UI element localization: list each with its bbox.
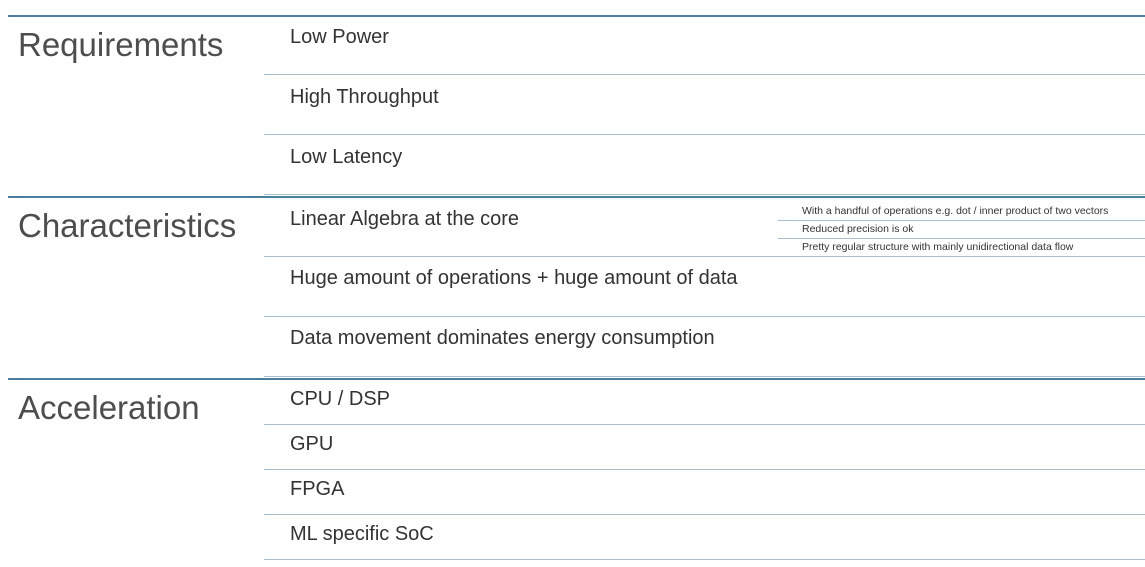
acceleration-item: CPU / DSP: [290, 388, 391, 410]
acceleration-item: GPU: [290, 433, 334, 455]
item-divider: [264, 316, 1145, 317]
item-divider: [264, 134, 1145, 135]
section-title-requirements: Requirements: [18, 26, 224, 63]
item-divider: [264, 376, 1145, 377]
sub-list-item: Pretty regular structure with mainly uni…: [778, 239, 1145, 257]
item-divider: [264, 74, 1145, 75]
characteristic-sub-list: With a handful of operations e.g. dot / …: [778, 203, 1145, 257]
item-divider: [264, 256, 1145, 257]
sub-list-item: Reduced precision is ok: [778, 221, 1145, 239]
sub-list-item: With a handful of operations e.g. dot / …: [778, 203, 1145, 221]
section-title-characteristics: Characteristics: [18, 207, 237, 244]
section-divider-characteristics: [8, 196, 1145, 198]
sub-list-item-text: With a handful of operations e.g. dot / …: [802, 205, 1109, 217]
characteristic-item: Huge amount of operations + huge amount …: [290, 267, 738, 289]
sub-list-item-text: Reduced precision is ok: [802, 223, 914, 235]
item-divider: [264, 424, 1145, 425]
item-divider: [264, 514, 1145, 515]
sub-list-item-text: Pretty regular structure with mainly uni…: [802, 241, 1074, 253]
section-divider-acceleration: [8, 378, 1145, 380]
requirement-item: High Throughput: [290, 86, 439, 108]
section-divider-requirements: [8, 15, 1145, 17]
requirement-item: Low Power: [290, 26, 389, 48]
requirement-item: Low Latency: [290, 146, 403, 168]
item-divider: [264, 194, 1145, 195]
item-divider: [264, 469, 1145, 470]
section-title-acceleration: Acceleration: [18, 389, 200, 426]
characteristic-item: Linear Algebra at the core: [290, 208, 520, 230]
item-divider: [264, 559, 1145, 560]
acceleration-item: FPGA: [290, 478, 345, 500]
acceleration-item: ML specific SoC: [290, 523, 434, 545]
characteristic-item: Data movement dominates energy consumpti…: [290, 327, 715, 349]
